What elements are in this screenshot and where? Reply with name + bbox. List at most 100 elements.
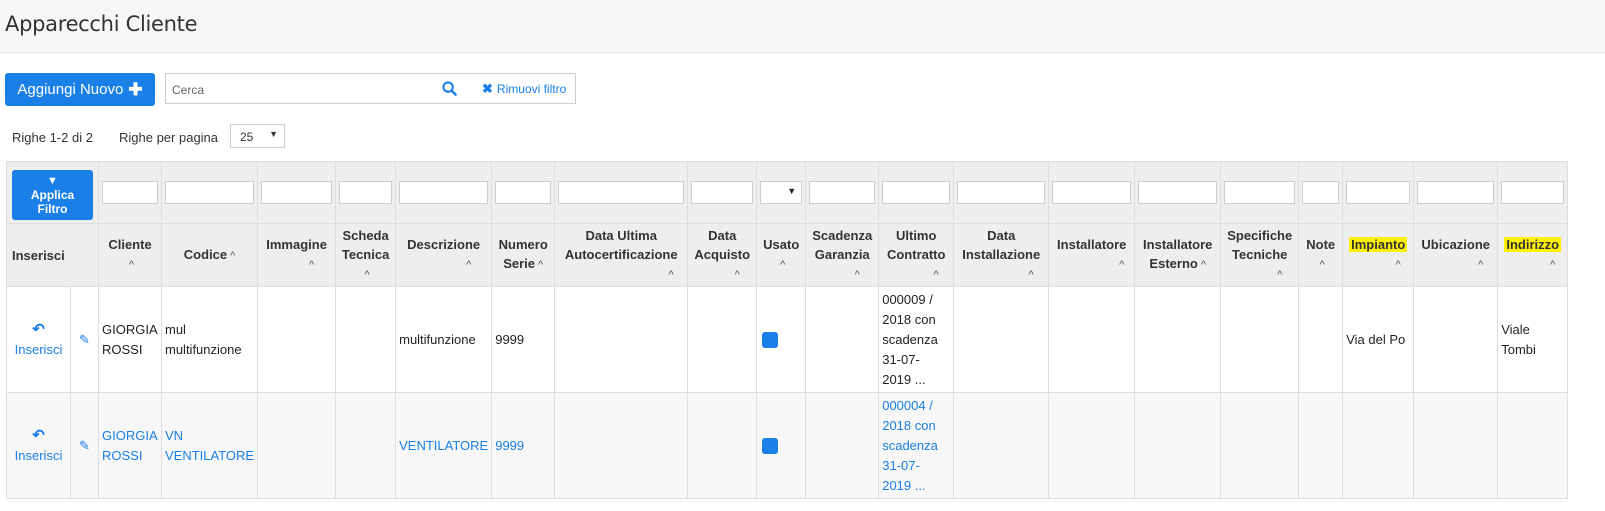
sort-icon: ^ <box>780 259 786 271</box>
header-cliente[interactable]: Cliente ^ <box>98 223 162 287</box>
devices-table: ▼ Applica Filtro ▼ Inserisci Cliente ^ Co… <box>6 161 1569 499</box>
filter-indirizzo[interactable] <box>1501 181 1565 204</box>
rows-info: Righe 1-2 di 2 <box>12 130 93 145</box>
filter-data-installazione[interactable] <box>957 181 1046 204</box>
edit-button[interactable]: ✎ <box>70 392 99 499</box>
filter-note[interactable] <box>1302 181 1340 204</box>
cell-indirizzo <box>1497 392 1569 499</box>
apply-filter-button[interactable]: ▼ Applica Filtro <box>12 169 93 220</box>
header-inserisci: Inserisci <box>6 223 99 287</box>
sort-icon: ^ <box>466 259 472 271</box>
header-descrizione[interactable]: Descrizione ^ <box>395 223 493 287</box>
filter-specifiche-tecniche[interactable] <box>1224 181 1296 204</box>
sort-icon: ^ <box>1028 268 1034 281</box>
filter-installatore-esterno[interactable] <box>1138 181 1218 204</box>
sort-icon: ^ <box>1277 268 1283 281</box>
filter-ultimo-contratto[interactable] <box>882 181 951 204</box>
insert-link[interactable]: ↶ Inserisci <box>10 426 67 466</box>
pencil-icon: ✎ <box>79 331 90 347</box>
cell-cliente: GIORGIA ROSSI <box>98 286 162 393</box>
highlight-impianto: Impianto <box>1349 237 1408 252</box>
filter-impianto[interactable] <box>1346 181 1411 204</box>
close-icon: ✖ <box>482 81 493 96</box>
filter-scheda-tecnica[interactable] <box>339 181 393 204</box>
header-ubicazione[interactable]: Ubicazione ^ <box>1413 223 1499 287</box>
header-indirizzo[interactable]: Indirizzo ^ <box>1497 223 1569 287</box>
edit-button[interactable]: ✎ <box>70 286 99 393</box>
cell-codice[interactable]: VN VENTILATORE <box>160 392 259 499</box>
add-new-label: Aggiungi Nuovo <box>17 81 124 98</box>
header-usato[interactable]: Usato ^ <box>756 223 807 287</box>
search-icon[interactable] <box>442 81 457 101</box>
filter-immagine[interactable] <box>261 181 333 204</box>
remove-filter-label: Rimuovi filtro <box>496 82 567 96</box>
cell-scheda-tecnica <box>335 392 397 499</box>
page-title: Apparecchi Cliente <box>5 12 198 36</box>
usato-checkbox[interactable] <box>762 331 779 348</box>
cell-cliente[interactable]: GIORGIA ROSSI <box>98 392 162 499</box>
search-input[interactable] <box>170 79 434 101</box>
cell-impianto <box>1342 392 1415 499</box>
usato-checkbox[interactable] <box>762 437 779 454</box>
sort-icon: ^ <box>364 268 370 281</box>
filter-usato-select[interactable]: ▼ <box>760 181 803 204</box>
filter-ubicazione[interactable] <box>1417 181 1495 204</box>
filter-data-autocertificazione[interactable] <box>558 181 685 204</box>
sort-icon: ^ <box>1395 259 1401 271</box>
cell-usato <box>756 392 807 499</box>
undo-icon: ↶ <box>32 320 45 338</box>
cell-data-acquisto <box>687 392 758 499</box>
header-numero-serie[interactable]: Numero Serie ^ <box>491 223 556 287</box>
cell-numero-serie: 9999 <box>491 286 556 393</box>
filter-scadenza-garanzia[interactable] <box>809 181 876 204</box>
filter-installatore[interactable] <box>1052 181 1132 204</box>
header-data-installazione[interactable]: Data Installazione ^ <box>953 223 1050 287</box>
header-installatore-esterno[interactable]: Installatore Esterno ^ <box>1134 223 1222 287</box>
header-ultimo-contratto[interactable]: Ultimo Contratto ^ <box>878 223 955 287</box>
cell-immagine <box>257 392 337 499</box>
sort-icon: ^ <box>668 268 674 281</box>
undo-icon: ↶ <box>32 426 45 444</box>
cell-data-installazione <box>953 286 1050 393</box>
filter-data-acquisto[interactable] <box>691 181 754 204</box>
header-data-acquisto[interactable]: Data Acquisto ^ <box>687 223 758 287</box>
filter-cliente[interactable] <box>102 181 158 204</box>
cell-ultimo-contratto[interactable]: 000004 /2018 con scadenza 31-07- 2019 ... <box>878 392 955 499</box>
cell-indirizzo: Viale Tombi <box>1497 286 1569 393</box>
plus-icon: ✚ <box>128 79 143 99</box>
filter-descrizione[interactable] <box>399 181 489 204</box>
cell-installatore-esterno <box>1134 286 1222 393</box>
cell-ubicazione <box>1413 286 1499 393</box>
header-codice[interactable]: Codice ^ <box>160 223 259 287</box>
sort-icon: ^ <box>933 268 939 281</box>
header-specifiche-tecniche[interactable]: Specifiche Tecniche ^ <box>1220 223 1300 287</box>
sort-icon: ^ <box>1119 259 1125 271</box>
cell-descrizione[interactable]: VENTILATORE <box>395 392 493 499</box>
header-impianto[interactable]: Impianto ^ <box>1342 223 1415 287</box>
header-installatore[interactable]: Installatore ^ <box>1048 223 1136 287</box>
header-data-autocertificazione[interactable]: Data Ultima Autocertificazione ^ <box>554 223 689 287</box>
cell-scadenza-garanzia <box>805 392 880 499</box>
cell-note <box>1298 392 1344 499</box>
cell-ubicazione <box>1413 392 1499 499</box>
sort-icon: ^ <box>309 259 315 271</box>
insert-link[interactable]: ↶ Inserisci <box>10 320 67 360</box>
cell-descrizione: multifunzione <box>395 286 493 393</box>
header-scadenza-garanzia[interactable]: Scadenza Garanzia ^ <box>805 223 880 287</box>
sort-icon: ^ <box>1200 259 1206 271</box>
remove-filter-button[interactable]: ✖ Rimuovi filtro <box>482 81 566 97</box>
header-note[interactable]: Note ^ <box>1298 223 1344 287</box>
add-new-button[interactable]: Aggiungi Nuovo ✚ <box>5 73 155 106</box>
table-row: ↶ Inserisci ✎ GIORGIA ROSSI VN VENTILATORE … <box>6 392 1569 499</box>
cell-numero-serie[interactable]: 9999 <box>491 392 556 499</box>
header-immagine[interactable]: Immagine ^ <box>257 223 337 287</box>
sort-icon: ^ <box>734 268 740 281</box>
cell-data-acquisto <box>687 286 758 393</box>
rows-per-page-select[interactable]: 25 ▼ <box>230 124 285 148</box>
filter-numero-serie[interactable] <box>495 181 552 204</box>
header-scheda-tecnica[interactable]: Scheda Tecnica ^ <box>335 223 397 287</box>
filter-codice[interactable] <box>165 181 255 204</box>
sort-icon: ^ <box>1478 259 1484 271</box>
sort-icon: ^ <box>230 249 236 262</box>
sort-icon: ^ <box>1319 259 1325 271</box>
